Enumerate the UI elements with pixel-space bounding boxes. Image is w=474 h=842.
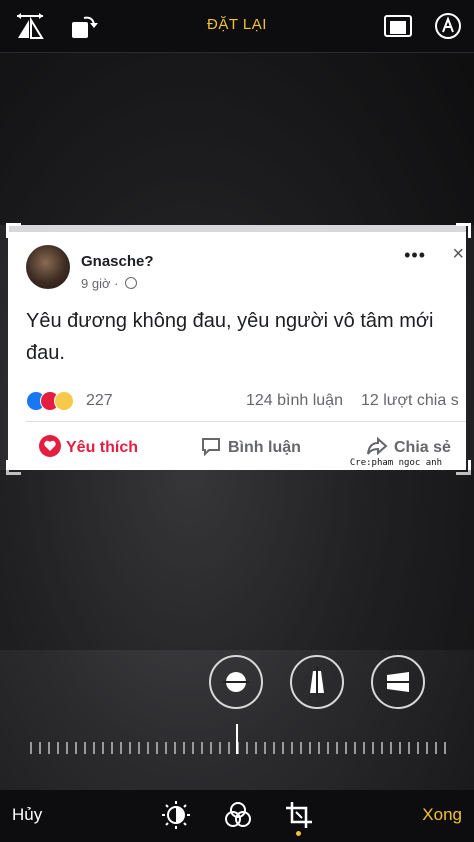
dial-tick <box>201 742 203 754</box>
dial-tick <box>444 742 446 754</box>
horizontal-perspective-icon <box>383 672 413 692</box>
close-icon: × <box>452 243 464 265</box>
dial-tick <box>102 742 104 754</box>
dial-tick <box>210 742 212 754</box>
dial-tick <box>30 742 32 754</box>
dial-tick <box>300 742 302 754</box>
action-divider <box>26 421 466 422</box>
dial-tick <box>48 742 50 754</box>
reaction-count: 227 <box>86 392 113 409</box>
dial-tick <box>291 742 293 754</box>
dial-tick <box>327 742 329 754</box>
comment-label: Bình luận <box>228 439 301 456</box>
dial-tick <box>219 742 221 754</box>
dial-tick <box>372 742 374 754</box>
share-count: 12 lượt chia s <box>361 392 459 409</box>
dial-tick <box>390 742 392 754</box>
rotation-dial-indicator <box>236 724 238 754</box>
credit-watermark: Cre:pham ngoc anh <box>349 458 442 468</box>
share-label: Chia sẻ <box>394 439 451 456</box>
dial-tick <box>84 742 86 754</box>
dial-tick <box>147 742 149 754</box>
dial-tick <box>417 742 419 754</box>
dial-tick <box>273 742 275 754</box>
dial-tick <box>255 742 257 754</box>
dial-tick <box>93 742 95 754</box>
active-tool-indicator <box>296 831 301 836</box>
aspect-ratio-icon[interactable] <box>382 10 414 42</box>
comment-icon <box>202 438 220 457</box>
dial-tick <box>138 742 140 754</box>
dial-tick <box>381 742 383 754</box>
share-action: Chia sẻ <box>366 435 451 457</box>
heart-icon <box>39 435 61 457</box>
card-top-strip <box>8 225 466 232</box>
crop-dim-area-top <box>0 53 474 225</box>
dial-tick <box>336 742 338 754</box>
dial-tick <box>165 742 167 754</box>
crop-image-facebook-post[interactable]: Gnasche? 9 giờ · ••• × Yêu đương không đ… <box>8 225 466 470</box>
adjust-icon[interactable] <box>161 800 191 830</box>
dial-tick <box>192 742 194 754</box>
like-label: Yêu thích <box>66 439 139 456</box>
filters-icon[interactable] <box>223 800 253 830</box>
auto-enhance-icon[interactable] <box>432 10 464 42</box>
dial-tick <box>408 742 410 754</box>
dial-tick <box>57 742 59 754</box>
crop-handle-top-left[interactable] <box>6 223 21 238</box>
dial-tick <box>174 742 176 754</box>
straighten-icon <box>223 672 249 692</box>
dial-tick <box>246 742 248 754</box>
dial-tick <box>129 742 131 754</box>
vertical-perspective-icon <box>310 667 324 697</box>
dial-tick <box>39 742 41 754</box>
dial-tick <box>282 742 284 754</box>
dial-tick <box>363 742 365 754</box>
cancel-button[interactable]: Hủy <box>12 805 42 825</box>
like-action: Yêu thích <box>38 435 138 457</box>
straighten-button[interactable] <box>209 655 263 709</box>
globe-icon <box>125 277 138 289</box>
dial-tick <box>426 742 428 754</box>
author-name: Gnasche? <box>81 253 154 270</box>
dial-tick <box>264 742 266 754</box>
dial-tick <box>399 742 401 754</box>
sad-reaction-icon <box>54 391 74 411</box>
dial-tick <box>318 742 320 754</box>
dial-tick <box>354 742 356 754</box>
avatar <box>26 245 70 289</box>
dial-tick <box>111 742 113 754</box>
dial-tick <box>309 742 311 754</box>
crop-dim-area-bottom <box>0 470 474 650</box>
crop-handle-top-right[interactable] <box>456 223 471 238</box>
more-options-icon: ••• <box>404 245 426 265</box>
comment-action: Bình luận <box>200 435 301 457</box>
horizontal-perspective-button[interactable] <box>371 655 425 709</box>
post-meta: 9 giờ · <box>81 276 138 291</box>
comment-count: 124 bình luận <box>246 392 343 409</box>
dial-tick <box>183 742 185 754</box>
vertical-perspective-button[interactable] <box>290 655 344 709</box>
dial-tick <box>435 742 437 754</box>
dial-tick <box>75 742 77 754</box>
dial-tick <box>66 742 68 754</box>
dial-tick <box>228 742 230 754</box>
crop-rotate-icon[interactable] <box>284 800 314 830</box>
share-icon <box>367 436 388 456</box>
dial-tick <box>120 742 122 754</box>
post-time: 9 giờ <box>81 276 111 291</box>
dial-tick <box>345 742 347 754</box>
post-text: Yêu đương không đau, yêu người vô tâm mớ… <box>26 310 434 364</box>
dial-tick <box>156 742 158 754</box>
done-button[interactable]: Xong <box>422 805 462 825</box>
